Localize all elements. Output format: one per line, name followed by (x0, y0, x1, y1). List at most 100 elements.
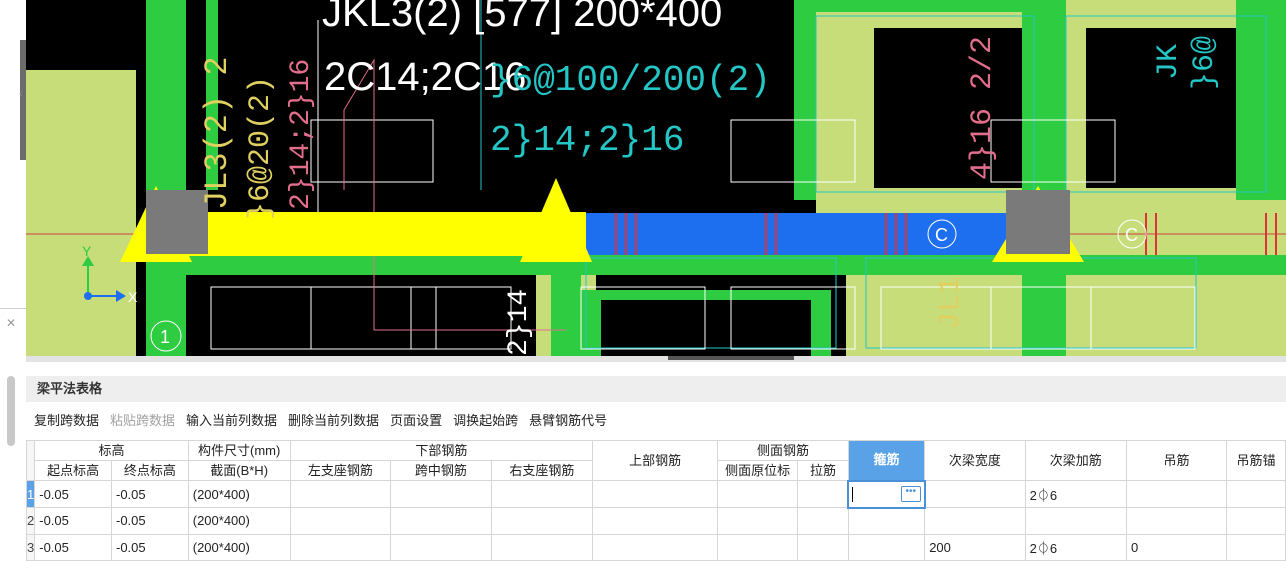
cell-hanger[interactable] (1125, 480, 1228, 508)
chevron-left-icon[interactable]: ‹ (19, 86, 23, 100)
header-tie[interactable]: 拉筋 (797, 460, 849, 481)
cell-secondary-beam-rebar[interactable] (1024, 507, 1128, 535)
header-side-original[interactable]: 侧面原位标 (717, 460, 799, 481)
beam-table: 标高 构件尺寸(mm) 下部钢筋 上部钢筋 侧面钢筋 箍筋 次梁宽度 次梁加筋 … (25, 440, 1286, 561)
cell-section[interactable]: (200*400) (187, 480, 291, 508)
cell-left-support[interactable] (289, 533, 392, 561)
cell-top-rebar[interactable] (592, 507, 719, 535)
row-number[interactable]: 3 (25, 533, 36, 561)
cell-stirrup[interactable] (847, 507, 926, 535)
stirrup-annotation: }6@100/200(2) (490, 60, 771, 101)
rebar-annotation: 2}14;2}16 (490, 120, 684, 161)
table-row[interactable]: 2 -0.05 -0.05 (200*400) (25, 507, 1286, 535)
beam-vertical (1236, 0, 1286, 200)
cell-secondary-beam-rebar[interactable]: 2⏀6 (1024, 480, 1128, 508)
axis-label: C (1125, 225, 1138, 245)
cell-right-support[interactable] (490, 533, 594, 561)
splitter-grip[interactable] (668, 356, 794, 360)
beam-table-panel: 梁平法表格 复制跨数据 粘贴跨数据 输入当前列数据 删除当前列数据 页面设置 调… (25, 362, 1286, 573)
delete-column-button[interactable]: 删除当前列数据 (288, 410, 379, 429)
divider (0, 308, 26, 309)
cad-drawing: 1 C C Y X JKL3(2) [577] 200*400 2C14;2C1… (26, 0, 1286, 356)
beam-blue (586, 213, 1031, 255)
cell-hanger-anchor[interactable] (1226, 533, 1286, 561)
header-mid-span[interactable]: 跨中钢筋 (390, 460, 492, 481)
beam-annotation: JK (1152, 44, 1186, 80)
cell-right-support[interactable] (490, 480, 594, 508)
cell-hanger[interactable]: 0 (1125, 533, 1228, 561)
cell-mid-span[interactable] (390, 507, 492, 535)
cell-hanger-anchor[interactable] (1226, 507, 1286, 535)
slab-region (26, 70, 136, 356)
beam-vertical (794, 0, 816, 200)
cell-secondary-beam-width[interactable] (924, 507, 1026, 535)
cell-secondary-beam-width[interactable]: 200 (924, 533, 1026, 561)
cell-end-elevation[interactable]: -0.05 (110, 507, 189, 535)
header-start-elevation[interactable]: 起点标高 (34, 460, 112, 481)
cell-start-elevation[interactable]: -0.05 (34, 533, 112, 561)
cantilever-code-button[interactable]: 悬臂钢筋代号 (529, 410, 607, 429)
cell-side-original[interactable] (717, 480, 799, 508)
input-column-button[interactable]: 输入当前列数据 (186, 410, 277, 429)
axis-y-label: Y (82, 243, 92, 259)
cell-tie[interactable] (797, 480, 849, 508)
header-stirrup[interactable]: 箍筋 (847, 440, 926, 481)
cell-mid-span[interactable] (390, 533, 492, 561)
rebar-annotation: 2}14 (504, 289, 535, 356)
text-caret (852, 487, 854, 503)
axis-label: C (935, 225, 948, 245)
cell-hanger[interactable] (1125, 507, 1228, 535)
cell-top-rebar[interactable] (592, 533, 719, 561)
header-hanger-anchor[interactable]: 吊筋锚 (1226, 440, 1286, 481)
cell-start-elevation[interactable]: -0.05 (34, 480, 112, 508)
header-bottom-rebar: 下部钢筋 (289, 440, 594, 461)
header-right-support[interactable]: 右支座钢筋 (490, 460, 594, 481)
header-secondary-beam-width[interactable]: 次梁宽度 (924, 440, 1026, 481)
copy-span-button[interactable]: 复制跨数据 (34, 410, 99, 429)
paste-span-button[interactable]: 粘贴跨数据 (110, 410, 175, 429)
header-secondary-beam-rebar[interactable]: 次梁加筋 (1024, 440, 1128, 481)
cell-side-original[interactable] (717, 533, 799, 561)
header-hanger[interactable]: 吊筋 (1125, 440, 1228, 481)
beam-annotation: JL3(2) 2 (199, 56, 236, 210)
cell-mid-span[interactable] (390, 480, 492, 508)
page-setup-button[interactable]: 页面设置 (390, 410, 442, 429)
cell-right-support[interactable] (490, 507, 594, 535)
cad-drawing-canvas[interactable]: 1 C C Y X JKL3(2) [577] 200*400 2C14;2C1… (26, 0, 1286, 356)
ellipsis-icon[interactable]: ••• (900, 485, 921, 502)
close-icon[interactable]: ✕ (6, 316, 16, 330)
header-top-rebar[interactable]: 上部钢筋 (592, 440, 719, 481)
cell-end-elevation[interactable]: -0.05 (110, 533, 189, 561)
cell-tie[interactable] (797, 533, 849, 561)
cell-end-elevation[interactable]: -0.05 (110, 480, 189, 508)
cell-stirrup-editor[interactable]: ••• (847, 479, 926, 509)
header-left-support[interactable]: 左支座钢筋 (289, 460, 392, 481)
scrollbar-thumb[interactable] (7, 376, 15, 446)
stirrup-annotation: }6@ (1188, 36, 1222, 90)
cell-stirrup[interactable] (847, 533, 926, 561)
header-elevation: 标高 (34, 440, 189, 461)
header-section[interactable]: 截面(B*H) (187, 460, 291, 481)
row-number[interactable]: 1 (25, 480, 36, 508)
cell-left-support[interactable] (289, 480, 392, 508)
table-row[interactable]: 1 -0.05 -0.05 (200*400) ••• 2⏀6 (25, 479, 1286, 509)
beam-annotation: JL1 (934, 276, 968, 330)
stirrup-annotation: }6@20(2) (244, 76, 278, 220)
left-side-strip: ‹ ✕ (0, 0, 26, 573)
cell-tie[interactable] (797, 507, 849, 535)
cell-secondary-beam-width[interactable] (924, 480, 1026, 508)
cell-section[interactable]: (200*400) (187, 533, 291, 561)
beam-label: JKL3(2) [577] 200*400 (322, 0, 722, 35)
cell-left-support[interactable] (289, 507, 392, 535)
table-row[interactable]: 3 -0.05 -0.05 (200*400) 200 2⏀6 0 (25, 533, 1286, 561)
cell-secondary-beam-rebar[interactable]: 2⏀6 (1024, 533, 1128, 561)
cell-section[interactable]: (200*400) (187, 507, 291, 535)
cell-hanger-anchor[interactable] (1226, 480, 1286, 508)
cell-top-rebar[interactable] (592, 480, 719, 508)
swap-start-span-button[interactable]: 调换起始跨 (453, 410, 518, 429)
cell-start-elevation[interactable]: -0.05 (34, 507, 112, 535)
header-end-elevation[interactable]: 终点标高 (110, 460, 189, 481)
cell-side-original[interactable] (717, 507, 799, 535)
beam-selected[interactable] (166, 212, 586, 256)
row-number[interactable]: 2 (25, 507, 36, 535)
